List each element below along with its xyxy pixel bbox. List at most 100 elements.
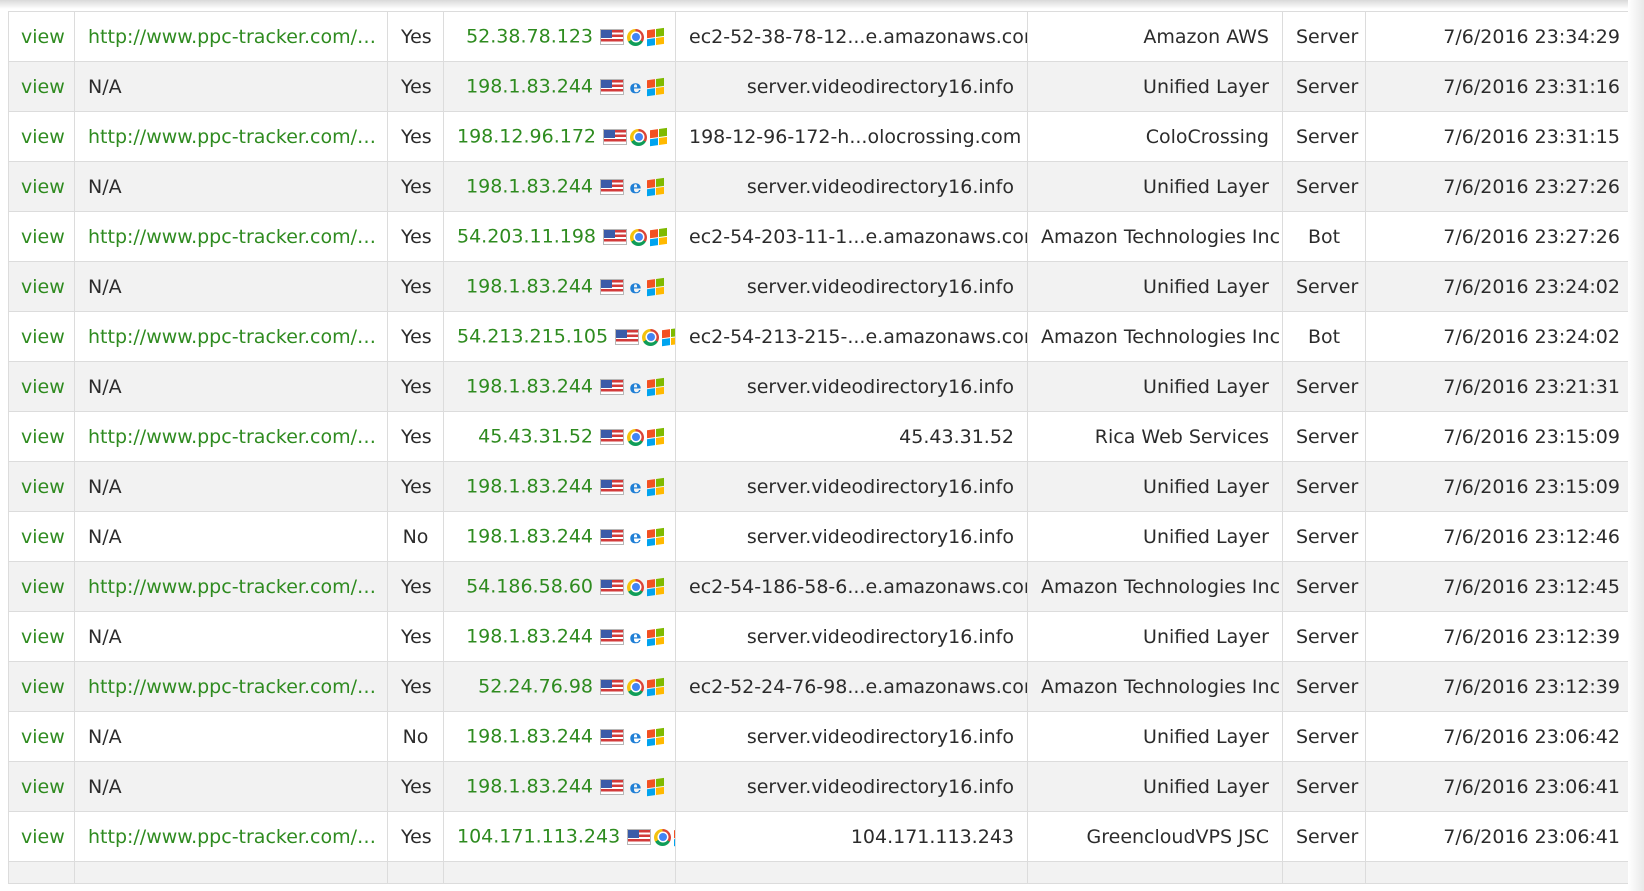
ip-link[interactable]: 198.1.83.244 [466, 76, 593, 98]
view-link[interactable]: view [8, 511, 75, 562]
type-cell: Server [1282, 11, 1366, 62]
chrome-icon [627, 428, 644, 446]
unique-cell: Yes [387, 61, 444, 112]
view-link[interactable]: view [8, 11, 75, 62]
referrer-cell[interactable]: http://www.ppc-tracker.com/redirect.php [74, 661, 388, 712]
table-row: view N/A Yes 198.1.83.244 e server.videodirec… [8, 361, 1634, 412]
view-link[interactable]: view [8, 611, 75, 662]
referrer-cell[interactable]: http://www.ppc-tracker.com/redirect.php [74, 811, 388, 862]
ie-icon: e [629, 175, 642, 198]
isp-cell: Unified Layer [1027, 61, 1283, 112]
scrollbar-track[interactable] [1628, 0, 1644, 891]
ip-link[interactable]: 54.186.58.60 [466, 576, 593, 598]
us-flag-icon [600, 429, 624, 446]
ip-cell: 54.203.11.198 [443, 211, 676, 262]
referrer-cell[interactable]: http://www.ppc-tracker.com/redirect.php [74, 311, 388, 362]
unique-cell: Yes [387, 161, 444, 212]
view-link[interactable]: view [8, 211, 75, 262]
us-flag-icon [603, 129, 628, 146]
view-link[interactable]: view [8, 61, 75, 112]
ip-link[interactable]: 198.1.83.244 [466, 726, 593, 748]
visits-table: viewhttp://www.ppc-tracker.com/redirect.… [8, 11, 1634, 884]
isp-cell: Unified Layer [1027, 161, 1283, 212]
ip-link[interactable]: 198.1.83.244 [466, 476, 593, 498]
referrer-cell[interactable]: http://www.ppc-tracker.com/redirect.php [74, 11, 388, 62]
unique-cell: Yes [387, 11, 444, 62]
ip-cell: 198.1.83.244 e [443, 361, 676, 412]
ip-link[interactable]: 52.38.78.123 [466, 26, 593, 48]
view-link[interactable]: view [8, 261, 75, 312]
chrome-icon [654, 828, 672, 846]
chrome-icon [642, 328, 660, 346]
hostname-cell: ec2-54-186-58-6...e.amazonaws.com [675, 561, 1028, 612]
visitor-icons: e [597, 276, 665, 298]
isp-cell: Unified Layer [1027, 261, 1283, 312]
ip-link[interactable]: 54.203.11.198 [457, 226, 596, 248]
isp-cell: Amazon AWS [1027, 11, 1283, 62]
view-link[interactable]: view [8, 811, 75, 862]
ip-cell: 54.213.215.105 [443, 311, 676, 362]
view-link[interactable]: view [8, 661, 75, 712]
unique-cell: Yes [387, 761, 444, 812]
top-scroll-shadow [0, 0, 1644, 9]
referrer-cell[interactable]: http://www.ppc-tracker.com/redirect.php [74, 411, 388, 462]
ip-link[interactable]: 198.1.83.244 [466, 626, 593, 648]
view-link[interactable]: view [8, 561, 75, 612]
unique-cell: Yes [387, 411, 444, 462]
type-cell: Server [1282, 661, 1366, 712]
referrer-cell[interactable]: http://www.ppc-tracker.com/redirect.php [74, 111, 388, 162]
windows-icon [647, 478, 665, 497]
view-link[interactable]: view [8, 311, 75, 362]
ip-link[interactable]: 54.213.215.105 [457, 326, 608, 348]
table-row: view N/A Yes 198.1.83.244 e server.videodirec… [8, 611, 1634, 662]
windows-icon [650, 128, 668, 147]
ip-link[interactable]: 198.12.96.172 [457, 126, 596, 148]
view-link[interactable]: view [8, 411, 75, 462]
timestamp-cell: 7/6/2016 23:34:29 [1365, 11, 1634, 62]
type-cell: Server [1282, 61, 1366, 112]
hostname-cell: 45.43.31.52 [675, 411, 1028, 462]
ip-link[interactable]: 198.1.83.244 [466, 376, 593, 398]
visitor-icons: e [597, 776, 665, 798]
ip-link[interactable]: 198.1.83.244 [466, 776, 593, 798]
ip-link[interactable]: 52.24.76.98 [478, 676, 593, 698]
isp-cell: Unified Layer [1027, 611, 1283, 662]
ie-icon: e [629, 475, 642, 498]
ie-icon: e [629, 725, 642, 748]
view-link[interactable]: view [8, 761, 75, 812]
table-row: view N/A Yes 198.1.83.244 e server.videodirec… [8, 761, 1634, 812]
table-row: viewhttp://www.ppc-tracker.com/redirect.… [8, 661, 1634, 712]
empty-cell [1365, 861, 1634, 884]
timestamp-cell: 7/6/2016 23:24:02 [1365, 311, 1634, 362]
chrome-icon [627, 578, 644, 596]
view-link[interactable]: view [8, 711, 75, 762]
visitor-icons: e [597, 176, 665, 198]
isp-cell: Unified Layer [1027, 511, 1283, 562]
timestamp-cell: 7/6/2016 23:31:16 [1365, 61, 1634, 112]
ip-link[interactable]: 45.43.31.52 [478, 426, 593, 448]
ip-link[interactable]: 198.1.83.244 [466, 526, 593, 548]
ip-cell: 54.186.58.60 [443, 561, 676, 612]
windows-icon [647, 28, 665, 47]
view-link[interactable]: view [8, 361, 75, 412]
windows-icon [647, 728, 665, 747]
ip-link[interactable]: 198.1.83.244 [466, 176, 593, 198]
visitor-icons [597, 426, 665, 448]
ie-icon: e [629, 775, 642, 798]
referrer-cell: N/A [74, 761, 388, 812]
visitor-icons: e [597, 476, 665, 498]
referrer-cell[interactable]: http://www.ppc-tracker.com/redirect.php [74, 211, 388, 262]
us-flag-icon [600, 679, 624, 696]
timestamp-cell: 7/6/2016 23:06:41 [1365, 811, 1634, 862]
ip-link[interactable]: 198.1.83.244 [466, 276, 593, 298]
us-flag-icon [615, 329, 640, 346]
view-link[interactable]: view [8, 161, 75, 212]
ip-link[interactable]: 104.171.113.243 [457, 826, 620, 848]
view-link[interactable]: view [8, 111, 75, 162]
ip-cell: 52.24.76.98 [443, 661, 676, 712]
empty-cell [8, 861, 75, 884]
referrer-cell[interactable]: http://www.ppc-tracker.com/redirect.php [74, 561, 388, 612]
view-link[interactable]: view [8, 461, 75, 512]
isp-cell: Amazon Technologies Inc. [1027, 661, 1283, 712]
windows-icon [647, 178, 665, 197]
